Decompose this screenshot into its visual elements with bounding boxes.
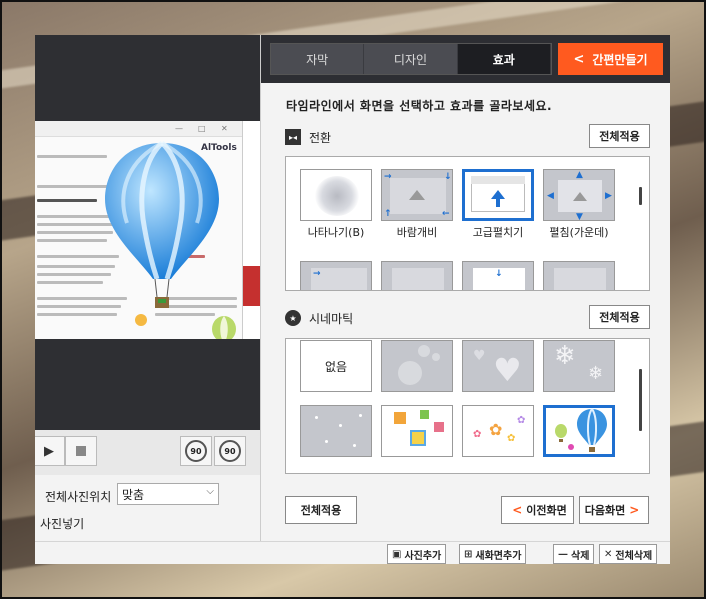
cinematic-bokeh[interactable] <box>381 340 453 392</box>
rotate-right-button[interactable]: 90 <box>214 436 246 466</box>
effect-unfold-center[interactable]: ▲ ▼ ◀ ▶ 펼침(가운데) <box>543 169 615 240</box>
transition-title: 전환 <box>309 130 332 145</box>
rotate-right-icon: 90 <box>219 440 241 462</box>
position-select[interactable]: 맞춤 ⌵ <box>117 483 219 505</box>
apply-all-button[interactable]: 전체적용 <box>285 496 357 524</box>
play-button[interactable]: ▶ <box>35 436 65 466</box>
preview-canvas[interactable]: — □ ✕ AlTools <box>35 121 260 339</box>
star-icon: ★ <box>285 310 301 326</box>
chevron-right-icon: > <box>629 503 640 517</box>
position-label: 전체사진위치 <box>45 490 112 504</box>
add-photo-button[interactable]: ▣ 사진추가 <box>387 544 447 564</box>
effect-partial-4[interactable] <box>543 261 615 290</box>
cinematic-snow[interactable]: ❄ ❄ <box>543 340 615 392</box>
tab-bar: 자막 디자인 효과 <box>270 43 552 75</box>
delete-all-button[interactable]: ✕ 전체삭제 <box>599 544 658 564</box>
small-balloon-icon <box>212 316 236 339</box>
panel-header: 자막 디자인 효과 < 간편만들기 <box>261 35 670 83</box>
transition-apply-all-button[interactable]: 전체적용 <box>589 124 650 148</box>
tab-caption[interactable]: 자막 <box>271 44 365 74</box>
add-photo-label: 사진넣기 <box>40 517 85 531</box>
cinematic-hearts[interactable]: ♥ ♥ <box>462 340 534 392</box>
cinematic-flowers[interactable]: ✿ ✿ ✿ ✿ <box>462 405 534 457</box>
chevron-left-icon: < <box>573 51 585 67</box>
playback-controls: ▶ 90 90 <box>35 430 260 475</box>
add-screen-icon: ⊞ <box>464 548 473 560</box>
rotate-left-icon: 90 <box>185 440 207 462</box>
status-bar: ▣ 사진추가 ⊞ 새화면추가 — 삭제 ✕ 전체삭제 <box>35 541 670 564</box>
minus-icon: — <box>558 548 568 560</box>
next-screen-button[interactable]: 다음화면 > <box>579 496 649 524</box>
rotate-left-button[interactable]: 90 <box>180 436 212 466</box>
effect-partial-3[interactable]: ↓ <box>462 261 534 290</box>
delete-button[interactable]: — 삭제 <box>553 544 595 564</box>
add-screen-button[interactable]: ⊞ 새화면추가 <box>459 544 527 564</box>
transition-grid: 나타나기(B) → ↓ ↑ ← 바람개비 고급펼치기 ▲ ▼ ◀ ▶ 펼침(가운… <box>285 156 650 291</box>
small-orange-balloon-icon <box>135 314 147 326</box>
transition-icon: ▸◂ <box>285 129 301 145</box>
effect-advanced-unfold[interactable]: 고급펼치기 <box>462 169 534 240</box>
hot-air-balloon-icon <box>105 141 219 308</box>
balloon-icon <box>577 408 607 452</box>
tab-design[interactable]: 디자인 <box>364 44 458 74</box>
stop-button[interactable] <box>65 436 97 466</box>
preview-red-bar <box>243 266 260 306</box>
cinematic-scrollbar[interactable] <box>639 369 642 431</box>
cinematic-apply-all-button[interactable]: 전체적용 <box>589 305 650 329</box>
chevron-left-icon: < <box>512 503 523 517</box>
instruction-text: 타임라인에서 화면을 선택하고 효과를 골라보세요. <box>286 99 553 113</box>
small-balloon-icon <box>555 424 567 442</box>
transition-header: ▸◂ 전환 <box>285 126 331 148</box>
cinematic-none[interactable]: 없음 <box>300 340 372 392</box>
effect-pinwheel[interactable]: → ↓ ↑ ← 바람개비 <box>381 169 453 240</box>
effect-fade-in[interactable]: 나타나기(B) <box>300 169 372 240</box>
chevron-down-icon: ⌵ <box>206 486 214 497</box>
effect-partial-2[interactable] <box>381 261 453 290</box>
prev-screen-button[interactable]: < 이전화면 <box>501 496 574 524</box>
cinematic-header: ★ 시네마틱 <box>285 307 353 329</box>
quick-create-button[interactable]: < 간편만들기 <box>558 43 663 75</box>
cinematic-grid: 없음 ♥ ♥ ❄ ❄ ✿ ✿ ✿ ✿ <box>285 338 650 474</box>
preview-panel: — □ ✕ AlTools ▶ 90 90 전체사진위치 맞춤 ⌵ 사진넣기 <box>35 35 260 564</box>
transition-scrollbar[interactable] <box>639 187 642 205</box>
effect-partial-1[interactable]: → <box>300 261 372 290</box>
effects-panel: 자막 디자인 효과 < 간편만들기 타임라인에서 화면을 선택하고 효과를 골라… <box>260 35 670 564</box>
app-window: — □ ✕ AlTools ▶ 90 90 전체사진위치 맞춤 ⌵ 사진넣기 자… <box>35 35 670 564</box>
add-photo-icon: ▣ <box>392 548 402 560</box>
cinematic-title: 시네마틱 <box>309 311 354 326</box>
tab-effects[interactable]: 효과 <box>457 44 551 74</box>
cinematic-balloons[interactable] <box>543 405 615 457</box>
close-icon: ✕ <box>604 548 613 560</box>
play-icon: ▶ <box>44 443 54 459</box>
stop-icon <box>76 446 86 456</box>
cinematic-gifts[interactable] <box>381 405 453 457</box>
cinematic-dots[interactable] <box>300 405 372 457</box>
